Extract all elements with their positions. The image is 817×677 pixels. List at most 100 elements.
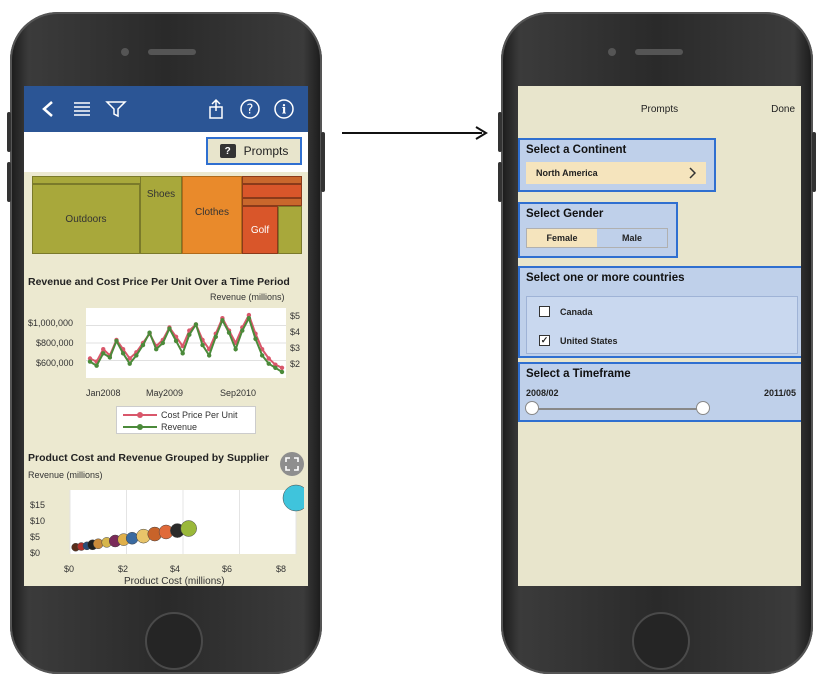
treemap-top-right-b [242, 184, 302, 198]
checked-checkbox-icon[interactable]: ✓ [539, 335, 550, 346]
power-button [812, 132, 816, 192]
country-option-united-states[interactable]: ✓ United States [527, 326, 797, 355]
treemap-right-green [278, 206, 302, 254]
chart1-data-point [160, 340, 166, 346]
unchecked-checkbox-icon[interactable] [539, 306, 550, 317]
svg-text:?: ? [247, 103, 254, 118]
legend-cost-swatch [123, 412, 157, 418]
legend-revenue-swatch [123, 424, 157, 430]
treemap-clothes-label: Clothes [195, 207, 229, 218]
chart1-data-point [127, 361, 132, 366]
chart1-data-point [220, 318, 225, 323]
continent-selected-value: North America [536, 168, 598, 178]
prompts-button-label: Prompts [243, 144, 289, 158]
chart1-data-point [213, 334, 218, 339]
prompts-button[interactable]: ? Prompts [206, 137, 302, 165]
expand-icon[interactable] [280, 452, 304, 476]
chart2-title: Product Cost and Revenue Grouped by Supp… [28, 452, 269, 464]
continent-prompt-title: Select a Continent [526, 144, 627, 156]
chart1-data-point [107, 355, 113, 360]
chart2-x-tick: $2 [118, 564, 129, 574]
treemap-golf[interactable]: Golf [242, 206, 278, 254]
prompt-question-icon: ? [219, 144, 236, 158]
right-screen: Prompts Done Select a Continent North Am… [518, 86, 801, 586]
chart1-data-point [273, 365, 278, 370]
gender-option-male[interactable]: Male [597, 229, 667, 247]
svg-text:i: i [282, 103, 287, 117]
right-phone: Prompts Done Select a Continent North Am… [498, 12, 816, 674]
chart1-data-point [94, 363, 99, 368]
share-icon[interactable] [202, 95, 230, 123]
treemap-clothes[interactable]: Clothes [182, 176, 242, 254]
prompts-bar: ? Prompts [24, 132, 308, 172]
prompts-header-title: Prompts [640, 103, 679, 115]
chart1-data-point [140, 342, 146, 348]
chart1-data-point [134, 353, 139, 358]
chart1-data-point [279, 365, 285, 370]
chart1-data-point [206, 353, 212, 358]
continent-prompt: Select a Continent North America [518, 138, 716, 192]
chart1-right-tick: $3 [290, 343, 301, 353]
chart1-data-point [253, 336, 258, 342]
speaker-grille [635, 49, 683, 55]
chart1-right-tick: $2 [290, 359, 301, 369]
chart1-data-point [259, 353, 265, 358]
timeframe-slider-track[interactable] [532, 408, 702, 410]
countries-list: Canada ✓ United States [526, 296, 798, 354]
chart1-x-tick: May2009 [146, 388, 184, 398]
chart2-bubble [125, 531, 139, 545]
timeframe-prompt-title: Select a Timeframe [526, 368, 631, 380]
done-button[interactable]: Done [771, 104, 795, 115]
home-button[interactable] [632, 612, 690, 670]
gender-prompt: Select Gender Female Male [518, 202, 678, 258]
chart1-data-point [147, 330, 152, 335]
chart1-data-point [266, 356, 271, 361]
treemap-top-right-c [242, 198, 302, 206]
chart1-x-tick: Jan2008 [86, 388, 121, 398]
treemap-outdoors[interactable]: Outdoors [32, 184, 140, 254]
treemap-shoes-label: Shoes [146, 189, 176, 200]
country-option-canada[interactable]: Canada [527, 297, 797, 326]
chart2-x-tick: $0 [64, 564, 75, 574]
list-icon[interactable] [68, 95, 96, 123]
chart1-data-point [266, 361, 271, 366]
chart2-plot[interactable] [54, 484, 304, 558]
chart1-left-tick: $800,000 [36, 338, 74, 348]
chart1-x-tick: Sep2010 [220, 388, 257, 398]
chart2-y-axis-label: Revenue (millions) [28, 470, 103, 480]
treemap-shoes[interactable]: Shoes [140, 176, 182, 254]
country-label: United States [560, 335, 618, 346]
chart1-legend: Cost Price Per Unit Revenue [116, 406, 256, 434]
volume-up-button [498, 112, 502, 152]
chart1-data-point [101, 347, 106, 352]
chart2-y-tick: $5 [30, 532, 41, 542]
info-icon[interactable]: i [270, 95, 298, 123]
chart1-plot[interactable] [86, 308, 286, 378]
prompts-header: Prompts Done [518, 86, 801, 132]
continent-select[interactable]: North America [526, 162, 706, 184]
treemap-chart[interactable]: Outdoors Shoes Clothes Golf [32, 176, 302, 254]
back-chevron-icon[interactable] [34, 95, 62, 123]
chart1-data-point [187, 332, 192, 337]
home-button[interactable] [145, 612, 203, 670]
chart1-data-point [120, 351, 126, 356]
volume-down-button [7, 162, 11, 202]
gender-segmented-control: Female Male [526, 228, 668, 248]
gender-option-female[interactable]: Female [527, 229, 597, 247]
chart1-right-tick: $4 [290, 327, 301, 337]
chart1-left-tick: $1,000,000 [28, 318, 74, 328]
chart1-data-point [173, 338, 179, 344]
timeframe-end-knob[interactable] [696, 401, 710, 415]
chart1-data-point [200, 342, 205, 348]
legend-revenue-label: Revenue [161, 422, 198, 432]
volume-down-button [498, 162, 502, 202]
timeframe-start-knob[interactable] [525, 401, 539, 415]
filter-funnel-icon[interactable] [102, 95, 130, 123]
chart1-secondary-axis-label: Revenue (millions) [210, 292, 285, 302]
chart1-data-point [180, 351, 185, 356]
help-icon[interactable]: ? [236, 95, 264, 123]
treemap-top-right-a [242, 176, 302, 184]
chart2-y-tick: $0 [30, 548, 41, 558]
volume-up-button [7, 112, 11, 152]
chart1-left-tick: $600,000 [36, 358, 74, 368]
